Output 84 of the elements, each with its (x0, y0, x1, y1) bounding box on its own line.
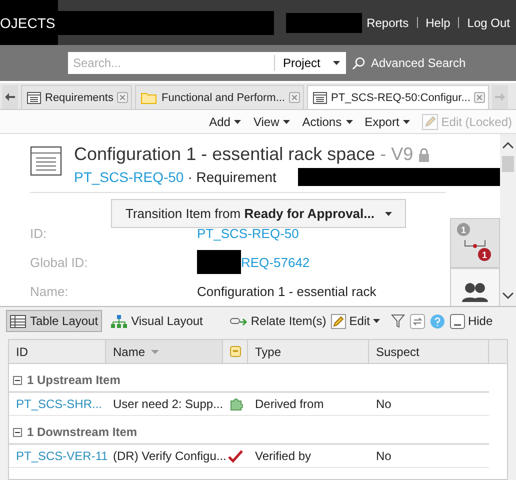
layout-toggle[interactable]: Visual Layout (107, 310, 207, 332)
item-type: · Requirement (188, 169, 276, 185)
table-cell-text: Verified by (254, 449, 312, 463)
folder-icon (141, 91, 158, 104)
header-link[interactable]: Reports (366, 16, 409, 30)
count-badge: 1 (457, 223, 470, 236)
count-badge: 1 (478, 248, 491, 261)
people-icon (462, 282, 488, 304)
transition-dropdown[interactable]: Transition Item from Ready for Approval... (111, 199, 406, 228)
group-header[interactable]: 1 Upstream Item (9, 369, 120, 391)
caret-icon (234, 120, 242, 124)
hide-button[interactable]: Hide (450, 314, 493, 328)
menu-button[interactable]: View (253, 114, 290, 128)
item-id-link[interactable]: PT_SCS-SHR... (9, 397, 106, 411)
document-icon (27, 90, 41, 104)
search-icon (352, 56, 365, 70)
scroll-left-button[interactable] (2, 85, 18, 109)
document-icon (313, 90, 327, 104)
minimize-icon (450, 314, 465, 328)
tab[interactable]: Requirements (21, 85, 132, 109)
scroll-up-icon[interactable] (502, 141, 514, 149)
table-cell-text: No (375, 397, 392, 411)
column-header[interactable]: Type (248, 340, 369, 363)
column-header[interactable]: Name (106, 340, 223, 363)
scrollbar[interactable] (500, 134, 516, 306)
filter-icon (390, 314, 405, 328)
field-label: Name: (30, 284, 70, 298)
caret-icon (346, 120, 353, 124)
people-button[interactable] (450, 268, 500, 306)
puzzle-icon (228, 397, 242, 411)
tab[interactable]: Functional and Perform... (135, 85, 304, 109)
pencil-icon (331, 314, 346, 328)
table-cell-text: (DR) Verify Configu... (112, 449, 223, 463)
relate-items-button[interactable]: Relate Item(s) (230, 314, 326, 328)
field-value: Configuration 1 - essential rack (197, 284, 376, 298)
item-id-link[interactable]: PT_SCS-VER-11 (9, 449, 106, 463)
document-icon (30, 144, 62, 176)
collapse-icon (13, 376, 22, 384)
scrollbar-thumb[interactable] (502, 156, 514, 172)
scroll-down-icon[interactable] (502, 292, 514, 300)
left-arrow-icon (5, 93, 15, 101)
close-icon[interactable] (474, 92, 486, 103)
header-link[interactable]: Help (426, 16, 450, 30)
sort-icon (151, 350, 160, 354)
edit-menu-button[interactable]: Edit (331, 314, 380, 328)
tab[interactable]: PT_SCS-REQ-50:Configur... (307, 85, 490, 109)
caret-icon (403, 120, 410, 124)
pencil-icon (422, 114, 438, 130)
item-title: Configuration 1 - essential rack space (74, 144, 376, 165)
menu-button[interactable]: Add (209, 114, 242, 128)
table-icon (10, 314, 26, 328)
refresh-button[interactable] (410, 314, 425, 328)
group-header[interactable]: 1 Downstream Item (9, 421, 138, 443)
search-field[interactable]: Search... Project (68, 52, 346, 74)
caret-icon (283, 120, 290, 124)
checkmark-icon (228, 450, 243, 462)
help-icon (430, 314, 445, 328)
caret-icon (372, 319, 380, 323)
caret-icon (384, 212, 392, 216)
help-button[interactable] (430, 314, 445, 328)
item-type-icon (230, 346, 241, 357)
menu-button[interactable]: Actions (302, 114, 353, 128)
caret-icon (333, 61, 340, 65)
version-label: - V9 (380, 144, 414, 165)
table-cell-text: Derived from (254, 397, 325, 411)
filter-button[interactable] (390, 314, 405, 328)
layout-toggle[interactable]: Table Layout (6, 310, 102, 332)
table-cell-text: No (375, 449, 392, 463)
field-label: Global ID: (30, 254, 89, 270)
hierarchy-icon (111, 314, 128, 328)
close-icon[interactable] (117, 92, 128, 103)
table-cell-text: User need 2: Supp... (112, 397, 223, 411)
column-header[interactable]: Suspect (369, 340, 489, 363)
relationships-button[interactable]: 1 1 (450, 218, 500, 268)
close-icon[interactable] (289, 92, 300, 103)
right-arrow-icon (495, 93, 506, 101)
brand-title: OJECTS (0, 0, 58, 45)
field-label: ID: (30, 226, 48, 240)
advanced-search-link[interactable]: Advanced Search (352, 56, 466, 70)
collapse-icon (13, 428, 22, 436)
link-icon (230, 316, 248, 326)
menu-button[interactable]: Export (364, 114, 410, 128)
refresh-icon (410, 314, 425, 328)
header-link[interactable]: Log Out (467, 16, 510, 30)
